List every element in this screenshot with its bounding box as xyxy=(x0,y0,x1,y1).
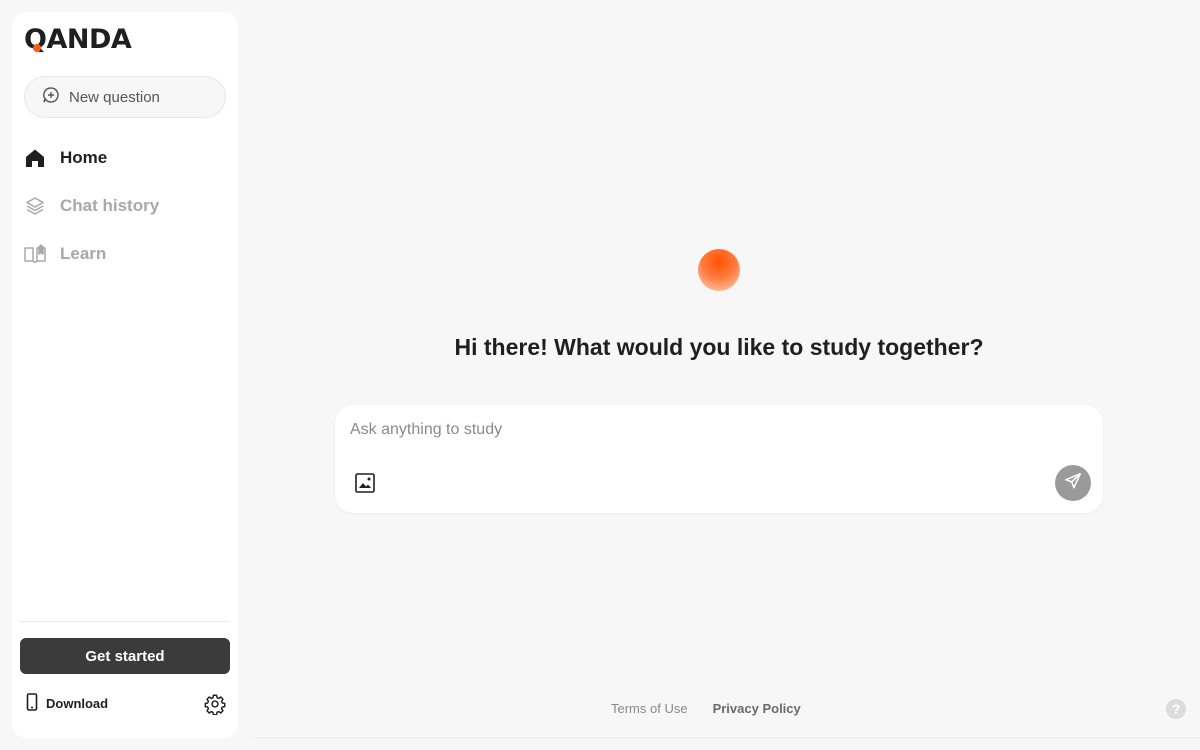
image-upload-button[interactable] xyxy=(354,472,376,494)
sidebar-item-learn[interactable]: Learn xyxy=(24,230,226,278)
send-button[interactable] xyxy=(1055,465,1091,501)
new-question-label: New question xyxy=(69,88,160,106)
send-icon xyxy=(1064,472,1082,495)
question-composer xyxy=(335,405,1103,513)
page-headline: Hi there! What would you like to study t… xyxy=(454,334,984,360)
image-icon xyxy=(354,473,376,498)
terms-of-use-link[interactable]: Terms of Use xyxy=(611,701,688,716)
new-question-button[interactable]: New question xyxy=(24,76,226,118)
download-label: Download xyxy=(46,695,109,711)
sidebar-item-label: Learn xyxy=(60,244,107,263)
sidebar: Q ANDA New question Home Chat history Le… xyxy=(12,12,238,738)
assistant-orb xyxy=(698,249,740,291)
sidebar-item-label: Home xyxy=(60,148,108,167)
sidebar-item-home[interactable]: Home xyxy=(24,134,226,182)
qanda-logo[interactable]: Q ANDA xyxy=(24,26,132,54)
sidebar-item-chat-history[interactable]: Chat history xyxy=(24,182,226,230)
settings-gear-button[interactable] xyxy=(204,693,226,716)
footer-links: Terms of Use Privacy Policy xyxy=(611,701,801,716)
home-icon xyxy=(24,147,46,169)
download-link[interactable]: Download xyxy=(26,692,108,714)
question-input[interactable] xyxy=(350,421,1050,447)
layers-icon xyxy=(24,195,46,217)
sidebar-nav: Home Chat history Learn xyxy=(24,134,226,278)
book-icon xyxy=(24,243,46,265)
help-button[interactable]: ? xyxy=(1166,699,1186,719)
footer-divider xyxy=(250,737,1200,738)
gear-icon xyxy=(204,694,226,719)
get-started-button[interactable]: Get started xyxy=(20,638,230,674)
phone-icon xyxy=(26,692,38,714)
chat-plus-icon xyxy=(42,86,60,108)
sidebar-divider xyxy=(20,621,230,622)
privacy-policy-link[interactable]: Privacy Policy xyxy=(713,701,801,716)
sidebar-item-label: Chat history xyxy=(60,196,160,215)
